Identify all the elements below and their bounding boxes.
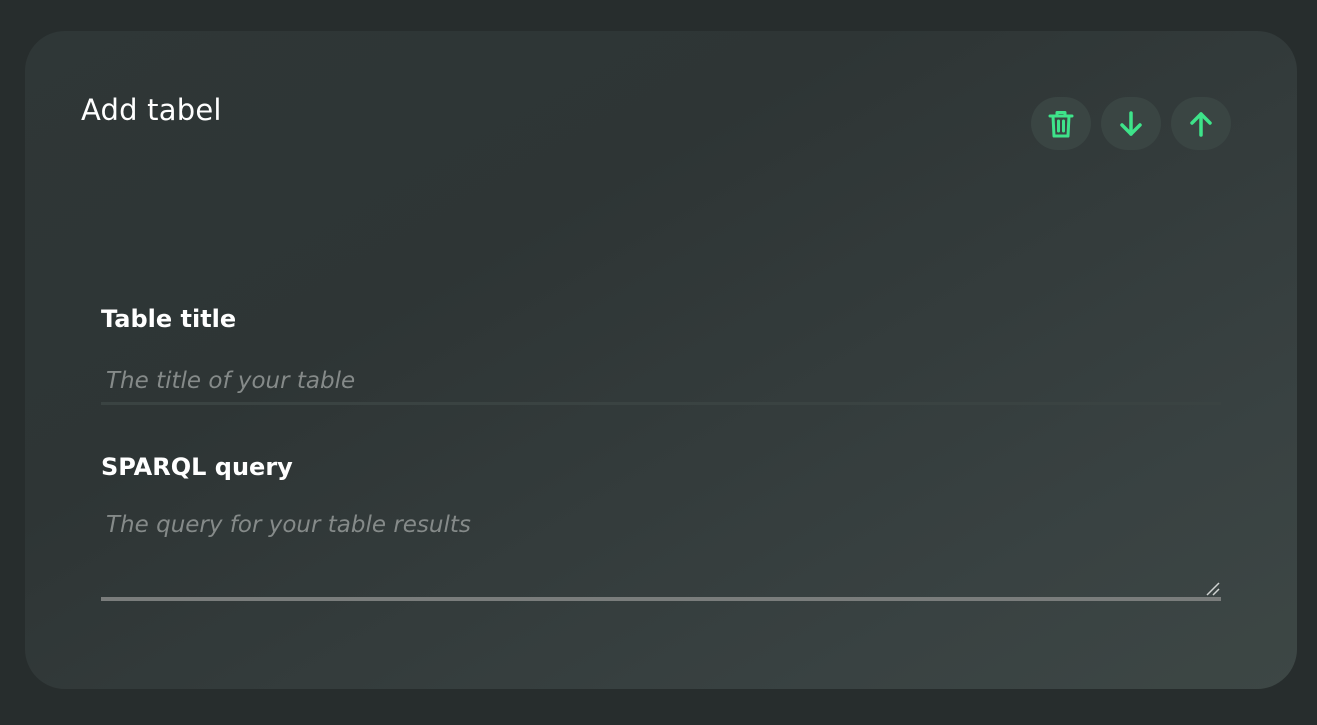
table-title-input[interactable] (101, 360, 1221, 405)
card-actions (1031, 97, 1231, 150)
resize-handle-icon[interactable] (1205, 581, 1220, 596)
sparql-query-textarea[interactable] (101, 510, 1221, 601)
trash-icon (1048, 110, 1074, 137)
card-title: Add tabel (81, 93, 222, 127)
delete-button[interactable] (1031, 97, 1091, 150)
table-title-label: Table title (101, 305, 237, 333)
add-table-card: Add tabel Table title SPARQL qu (25, 31, 1297, 689)
move-down-button[interactable] (1101, 97, 1161, 150)
arrow-up-icon (1190, 111, 1212, 137)
move-up-button[interactable] (1171, 97, 1231, 150)
arrow-down-icon (1120, 110, 1142, 136)
sparql-query-label: SPARQL query (101, 453, 293, 481)
